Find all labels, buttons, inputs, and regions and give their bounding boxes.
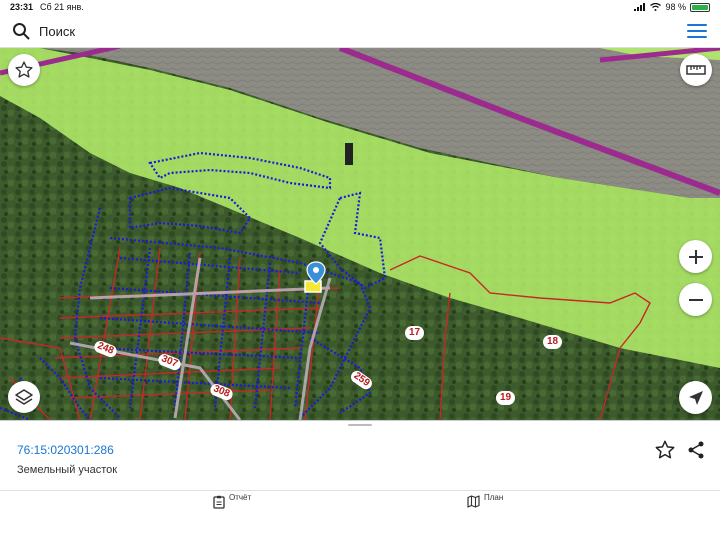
menu-line (687, 24, 707, 26)
battery-fill (692, 4, 708, 10)
menu-line (687, 36, 707, 38)
drag-handle[interactable] (348, 424, 372, 426)
menu-line (687, 30, 707, 32)
layers-icon (15, 389, 33, 405)
favorite-button[interactable] (8, 54, 40, 86)
parcel-type: Земельный участок (17, 464, 118, 476)
pier (345, 143, 353, 165)
status-date: Сб 21 янв. (40, 2, 84, 12)
search-bar[interactable]: Поиск (0, 14, 720, 48)
cadastre-number[interactable]: 76:15:020301:286 (17, 443, 114, 457)
zoom-in-button[interactable] (679, 240, 712, 273)
star-outline-icon[interactable] (654, 439, 676, 461)
star-outline-icon (15, 61, 33, 78)
app-root: 23:31 Сб 21 янв. 98 % Поиск 248 307 308 … (0, 0, 720, 539)
zoom-out-button[interactable] (679, 283, 712, 316)
status-right: 98 % (634, 2, 710, 12)
search-input[interactable]: Поиск (39, 24, 75, 39)
menu-icon[interactable] (687, 24, 707, 40)
tab-report-label: Отчёт (229, 493, 252, 502)
plus-icon (688, 249, 703, 264)
tab-report[interactable]: Отчёт (213, 491, 251, 539)
map-icon (467, 495, 480, 508)
battery-icon (690, 2, 710, 12)
wifi-icon (650, 3, 662, 11)
locate-button[interactable] (679, 381, 712, 414)
parcel-label-18[interactable]: 18 (543, 335, 563, 349)
ruler-icon (686, 65, 706, 75)
selected-parcel[interactable] (304, 280, 322, 293)
parcel-label-19[interactable]: 19 (496, 391, 516, 405)
layers-button[interactable] (8, 381, 40, 413)
status-bar: 23:31 Сб 21 янв. 98 % (0, 0, 720, 14)
status-time: 23:31 (10, 2, 34, 12)
map-view[interactable]: 248 307 308 259 17 18 19 (0, 48, 720, 420)
minus-icon (688, 298, 703, 301)
signal-icon (634, 3, 646, 11)
battery-percent: 98 % (665, 2, 686, 12)
clipboard-icon (213, 495, 225, 509)
ruler-button[interactable] (680, 54, 712, 86)
tab-plan[interactable]: План (467, 491, 503, 539)
map-canvas[interactable] (0, 48, 720, 420)
share-icon[interactable] (686, 440, 706, 460)
navigation-arrow-icon (688, 390, 703, 405)
parcel-info-panel[interactable]: 76:15:020301:286 Земельный участок (0, 420, 720, 490)
tab-plan-label: План (484, 493, 504, 502)
parcel-label-17[interactable]: 17 (405, 326, 425, 340)
bottom-tab-bar: Отчёт План (0, 490, 720, 539)
search-icon[interactable] (12, 22, 30, 40)
